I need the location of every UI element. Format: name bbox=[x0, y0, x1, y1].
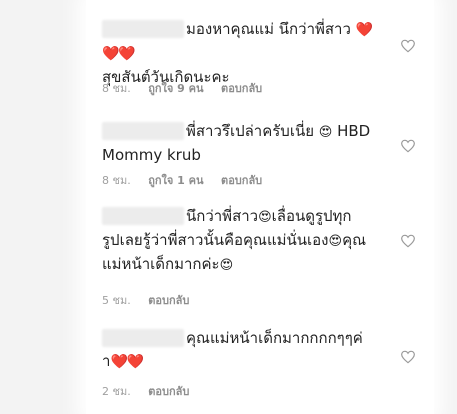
reply-button[interactable]: ตอบกลับ bbox=[148, 385, 189, 398]
comment-text: คุณแม่หน้าเด็กมากกกกๆๆค่ า❤️❤️ bbox=[102, 329, 363, 370]
heart-outline-icon[interactable] bbox=[400, 233, 416, 249]
blurred-username bbox=[102, 329, 184, 347]
comment-meta: 8 ชม. ถูกใจ 1 คน ตอบกลับ bbox=[102, 171, 276, 189]
reply-button[interactable]: ตอบกลับ bbox=[221, 174, 262, 187]
blurred-username bbox=[102, 207, 184, 225]
comment-meta: 8 ชม. ถูกใจ 9 คน ตอบกลับ bbox=[102, 79, 276, 97]
heart-eyes-emoji: 😍 bbox=[258, 210, 272, 225]
comment-time: 5 ชม. bbox=[102, 294, 131, 307]
heart-eyes-emoji: 😍 bbox=[318, 125, 333, 140]
heart-eyes-emoji: 😍 bbox=[328, 234, 343, 249]
heart-outline-icon[interactable] bbox=[400, 349, 416, 365]
heart-outline-icon[interactable] bbox=[400, 38, 416, 54]
blurred-username bbox=[102, 122, 184, 140]
reply-button[interactable]: ตอบกลับ bbox=[148, 294, 189, 307]
comment-time: 8 ชม. bbox=[102, 174, 131, 187]
blurred-username bbox=[102, 20, 184, 38]
comment-text: นึกว่าพี่สาว😍เลื่อนดูรูปทุก รูปเลยรู้ว่า… bbox=[102, 207, 367, 273]
likes-count-link[interactable]: ถูกใจ 9 คน bbox=[148, 82, 203, 95]
comment-meta: 2 ชม. ตอบกลับ bbox=[102, 382, 203, 400]
comment-meta: 5 ชม. ตอบกลับ bbox=[102, 291, 203, 309]
comment-time: 2 ชม. bbox=[102, 385, 131, 398]
heart-emoji-group: ❤️❤️ bbox=[110, 354, 144, 370]
comments-panel: มองหาคุณแม่ นึกว่าพี่สาว ❤️❤️❤️ สุขสันต์… bbox=[86, 0, 434, 414]
heart-eyes-emoji: 😍 bbox=[219, 258, 234, 273]
likes-count-link[interactable]: ถูกใจ 1 คน bbox=[148, 174, 203, 187]
comment-time: 8 ชม. bbox=[102, 82, 131, 95]
reply-button[interactable]: ตอบกลับ bbox=[221, 82, 262, 95]
comment-text: พี่สาวรึเปล่าครับเนี่ย 😍 HBD Mommy krub bbox=[102, 122, 371, 164]
heart-outline-icon[interactable] bbox=[400, 138, 416, 154]
